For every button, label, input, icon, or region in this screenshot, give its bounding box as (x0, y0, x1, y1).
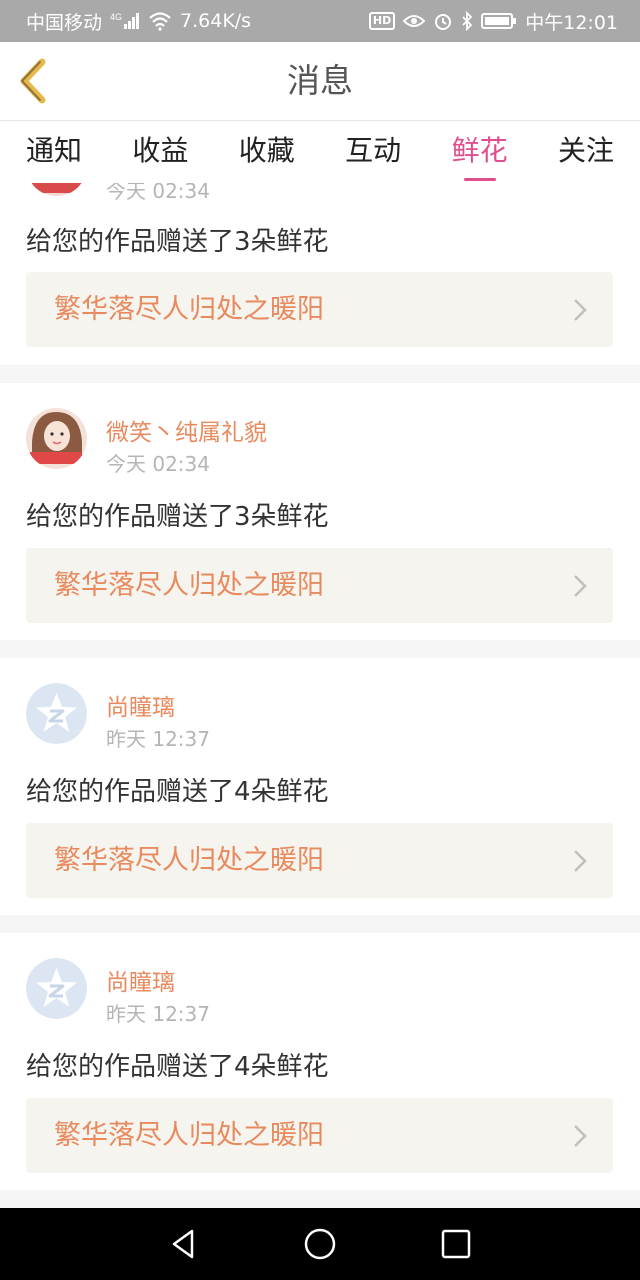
work-title: 繁华落尽人归处之暖阳 (54, 1120, 324, 1151)
notification-message: 给您的作品赠送了4朵鲜花 (26, 777, 329, 807)
nav-recents-button[interactable] (438, 1226, 474, 1262)
tab-notice[interactable]: 通知 (26, 121, 82, 183)
chevron-right-icon (574, 299, 587, 321)
work-link[interactable]: 繁华落尽人归处之暖阳 (26, 272, 613, 347)
work-title: 繁华落尽人归处之暖阳 (54, 845, 324, 876)
circle-home-icon (304, 1228, 336, 1260)
status-bar: 中国移动 4G 7.64K/s HD 中午12:01 (0, 0, 640, 42)
tab-follow[interactable]: 关注 (558, 121, 614, 183)
notification-card: 今天 02:34 给您的作品赠送了3朵鲜花 繁华落尽人归处之暖阳 (0, 183, 640, 365)
chevron-right-icon (574, 1125, 587, 1147)
nav-home-button[interactable] (302, 1226, 338, 1262)
default-avatar-star-icon (26, 958, 87, 1019)
square-recents-icon (441, 1229, 471, 1259)
avatar[interactable] (26, 408, 87, 469)
avatar[interactable] (26, 958, 87, 1019)
username[interactable]: 尚瞳璃 (106, 688, 175, 722)
network-type: 4G (110, 12, 122, 22)
system-nav-bar (0, 1208, 640, 1280)
chevron-right-icon (574, 575, 587, 597)
alarm-icon (433, 11, 453, 31)
work-link[interactable]: 繁华落尽人归处之暖阳 (26, 823, 613, 898)
notification-time: 昨天 12:37 (106, 727, 210, 751)
tab-earnings[interactable]: 收益 (132, 121, 188, 183)
signal-icon: 4G (110, 11, 140, 31)
tab-favorites[interactable]: 收藏 (239, 121, 295, 183)
tab-flowers[interactable]: 鲜花 (452, 121, 508, 183)
tab-bar: 通知 收益 收藏 互动 鲜花 关注 (0, 121, 640, 183)
notification-time: 今天 02:34 (106, 183, 210, 203)
header: 消息 (0, 42, 640, 121)
bluetooth-icon (461, 11, 473, 31)
notification-card: 微笑丶纯属礼貌 今天 02:34 给您的作品赠送了3朵鲜花 繁华落尽人归处之暖阳 (0, 383, 640, 640)
notification-card: 尚瞳璃 昨天 12:37 给您的作品赠送了4朵鲜花 繁华落尽人归处之暖阳 (0, 933, 640, 1190)
avatar[interactable] (26, 183, 87, 196)
wifi-icon (148, 11, 172, 31)
eye-icon (403, 13, 426, 29)
hd-icon: HD (368, 12, 396, 30)
notification-card: 尚瞳璃 昨天 12:37 给您的作品赠送了4朵鲜花 繁华落尽人归处之暖阳 (0, 658, 640, 915)
work-title: 繁华落尽人归处之暖阳 (54, 294, 324, 325)
nav-back-button[interactable] (166, 1226, 202, 1262)
work-link[interactable]: 繁华落尽人归处之暖阳 (26, 1098, 613, 1173)
avatar[interactable] (26, 683, 87, 744)
clock-time: 中午12:01 (525, 11, 618, 34)
notification-message: 给您的作品赠送了3朵鲜花 (26, 227, 329, 257)
notification-time: 今天 02:34 (106, 452, 210, 476)
tab-interaction[interactable]: 互动 (345, 121, 401, 183)
username[interactable]: 微笑丶纯属礼貌 (106, 413, 267, 447)
chevron-right-icon (574, 850, 587, 872)
network-speed: 7.64K/s (180, 10, 252, 32)
triangle-back-icon (172, 1229, 194, 1259)
page-title: 消息 (287, 61, 353, 100)
carrier-label: 中国移动 (26, 11, 103, 34)
username[interactable]: 尚瞳璃 (106, 963, 175, 997)
default-avatar-star-icon (26, 683, 87, 744)
notification-message: 给您的作品赠送了3朵鲜花 (26, 502, 329, 532)
user-avatar-photo-icon (26, 183, 87, 196)
notification-message: 给您的作品赠送了4朵鲜花 (26, 1052, 329, 1082)
work-title: 繁华落尽人归处之暖阳 (54, 570, 324, 601)
notification-time: 昨天 12:37 (106, 1002, 210, 1026)
user-avatar-photo-icon (26, 408, 87, 469)
work-link[interactable]: 繁华落尽人归处之暖阳 (26, 548, 613, 623)
notification-list[interactable]: 今天 02:34 给您的作品赠送了3朵鲜花 繁华落尽人归处之暖阳 微笑丶纯属礼貌… (0, 183, 640, 1208)
battery-icon (481, 12, 517, 30)
